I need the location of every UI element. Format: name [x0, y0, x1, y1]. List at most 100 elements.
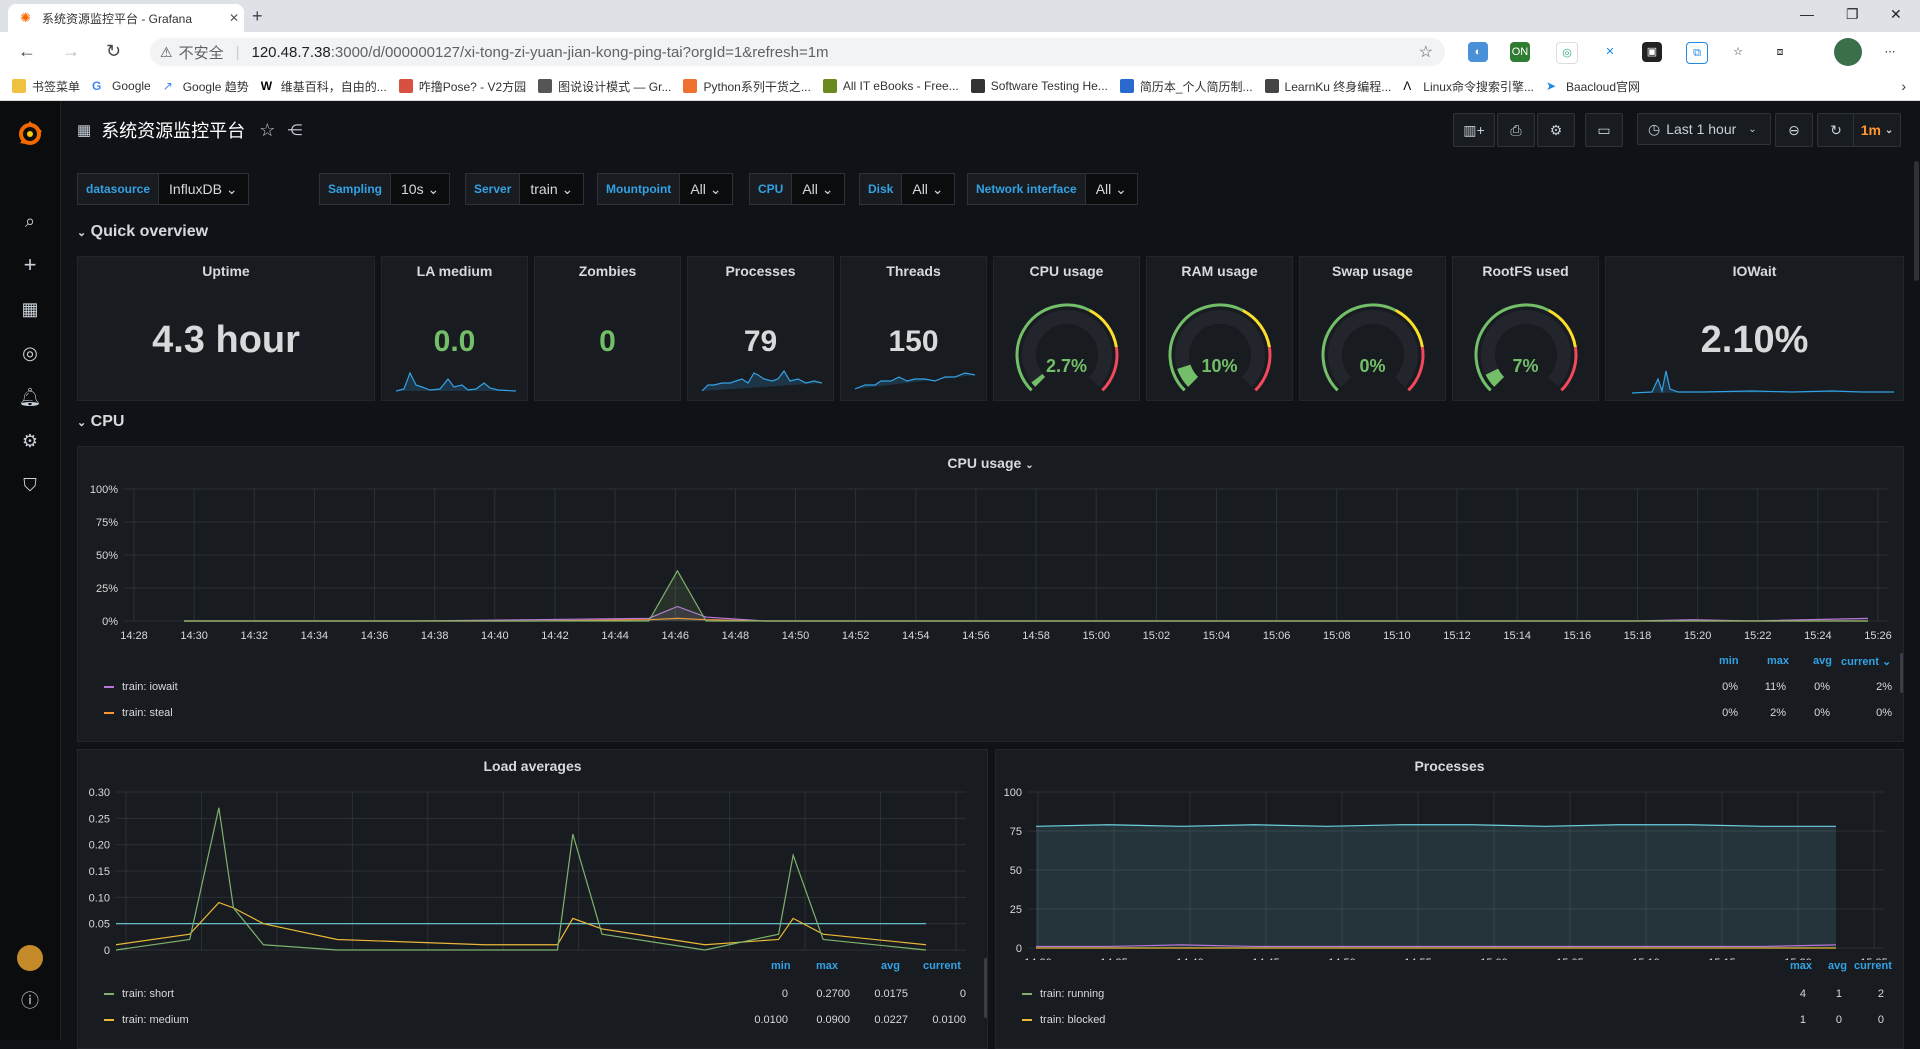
legend-header-max[interactable]: max [1790, 960, 1812, 972]
user-avatar[interactable] [17, 945, 43, 971]
window-close-icon[interactable]: ✕ [1890, 6, 1902, 23]
bookmark-item[interactable]: ↗ Google 趋势 [162, 78, 249, 95]
row-cpu[interactable]: ⌄ CPU [77, 413, 124, 431]
variable-select[interactable]: 10s ⌄ [391, 173, 451, 205]
dashboard-title[interactable]: 系统资源监控平台 [101, 117, 245, 143]
bookmark-item[interactable]: Python系列干货之... [683, 78, 811, 95]
variable-select[interactable]: All ⌄ [680, 173, 733, 205]
forward-icon[interactable]: → [62, 41, 80, 62]
server-admin-shield-icon[interactable]: ⛉ [18, 473, 42, 497]
legend-scrollbar[interactable] [984, 958, 987, 1018]
legend-header-avg[interactable]: avg [1828, 960, 1847, 972]
minimize-icon[interactable]: — [1800, 6, 1814, 22]
legend-header-min[interactable]: min [771, 960, 791, 972]
legend-header-current[interactable]: current [923, 960, 961, 972]
legend-header-avg[interactable]: avg [881, 960, 900, 972]
restore-icon[interactable]: ❐ [1846, 6, 1859, 23]
extension-icon[interactable]: ⧉ [1686, 42, 1708, 64]
help-icon[interactable]: ⓘ [18, 989, 42, 1013]
dashboards-grid-icon[interactable]: ▦ [18, 297, 42, 321]
bookmark-item[interactable]: G Google [92, 79, 151, 93]
collections-icon[interactable]: ⧈ [1770, 42, 1790, 62]
close-tab-icon[interactable]: ✕ [224, 11, 244, 25]
tv-mode-button[interactable]: ▭ [1585, 113, 1623, 147]
profile-avatar[interactable] [1834, 38, 1862, 66]
panel-uptime[interactable]: Uptime 4.3 hour [77, 256, 375, 401]
more-menu-icon[interactable]: ⋯ [1880, 42, 1900, 62]
legend-series[interactable]: train: steal [104, 707, 173, 719]
bookmark-item[interactable]: W 维基百科，自由的... [260, 78, 387, 95]
share-icon[interactable]: ⋲ [287, 121, 302, 139]
bookmark-item[interactable]: LearnKu 终身编程... [1264, 78, 1391, 95]
browser-tab[interactable]: ✺ 系统资源监控平台 - Grafana ✕ [8, 4, 244, 32]
x-tick-label: 15:10 [1632, 957, 1660, 960]
grafana-logo-icon[interactable] [15, 119, 45, 149]
reload-icon[interactable]: ↻ [106, 41, 121, 62]
bookmark-item[interactable]: 简历本_个人简历制... [1119, 78, 1253, 95]
extension-icon[interactable]: ON [1510, 42, 1530, 62]
new-tab-icon[interactable]: + [252, 6, 263, 27]
row-quick-overview[interactable]: ⌄ Quick overview [77, 223, 208, 241]
panel-la-medium[interactable]: LA medium 0.0 [381, 256, 528, 401]
save-dashboard-button[interactable]: ⎙ [1497, 113, 1535, 147]
legend-series[interactable]: train: running [1022, 988, 1104, 1000]
dashboard-settings-button[interactable]: ⚙ [1537, 113, 1575, 147]
legend-header-min[interactable]: min [1719, 655, 1739, 667]
legend-series[interactable]: train: blocked [1022, 1014, 1105, 1026]
refresh-button[interactable]: ↻ [1817, 113, 1855, 147]
panel-cpu-usage-gauge[interactable]: CPU usage 2.7% [993, 256, 1140, 401]
refresh-interval-picker[interactable]: 1m ⌄ [1853, 113, 1901, 147]
bookmark-item[interactable]: ➤ Baacloud官网 [1545, 78, 1640, 95]
variable-select[interactable]: train ⌄ [520, 173, 585, 205]
variable-select[interactable]: All ⌄ [902, 173, 955, 205]
legend-header-max[interactable]: max [1767, 655, 1789, 667]
bookmark-item[interactable]: All IT eBooks - Free... [822, 79, 959, 93]
explore-compass-icon[interactable]: ◎ [18, 341, 42, 365]
legend-header-current[interactable]: current [1854, 960, 1892, 972]
panel-load-averages[interactable]: Load averages 0.30 0.25 0.20 0.15 0.10 0.05 0 1… [77, 749, 988, 1049]
variable-select[interactable]: All ⌄ [1085, 173, 1138, 205]
panel-iowait[interactable]: IOWait 2.10% [1605, 256, 1904, 401]
bookmark-item[interactable]: Λ Linux命令搜索引擎... [1403, 78, 1534, 95]
panel-processes[interactable]: Processes 79 [687, 256, 834, 401]
panel-ram-usage-gauge[interactable]: RAM usage 10% [1146, 256, 1293, 401]
url-bar[interactable]: ⚠ 不安全 | 120.48.7.38 :3000/d/000000127/xi… [150, 38, 1445, 66]
gauge [1015, 303, 1119, 392]
legend-header-max[interactable]: max [816, 960, 838, 972]
search-icon[interactable]: ⌕ [18, 209, 42, 233]
time-picker-button[interactable]: ◷ Last 1 hour ⌄ [1637, 113, 1771, 145]
variable-select[interactable]: InfluxDB ⌄ [159, 173, 249, 205]
panel-rootfs-used-gauge[interactable]: RootFS used 7% [1452, 256, 1599, 401]
variable-select[interactable]: All ⌄ [792, 173, 845, 205]
panel-cpu-usage-graph[interactable]: CPU usage ⌄ 100% 75% 50% 25% 0% 14:28 14:30 14:… [77, 446, 1904, 742]
bookmark-item[interactable]: 书签菜单 [12, 78, 80, 95]
legend-series[interactable]: train: medium [104, 1014, 189, 1026]
create-plus-icon[interactable]: + [18, 253, 42, 277]
add-panel-button[interactable]: ▥+ [1453, 113, 1495, 147]
bookmarks-overflow-icon[interactable]: › [1901, 78, 1906, 94]
extension-icon[interactable]: ◐ [1468, 42, 1488, 62]
panel-processes-graph[interactable]: Processes 100755025014:3014:3514:4014:45… [995, 749, 1904, 1049]
extension-icon[interactable]: ▣ [1642, 42, 1662, 62]
bookmark-item[interactable]: Software Testing He... [970, 79, 1108, 93]
panel-zombies[interactable]: Zombies 0 [534, 256, 681, 401]
bookmark-star-icon[interactable]: ☆ [1419, 42, 1433, 62]
extension-icon[interactable]: ✕ [1600, 42, 1620, 62]
zoom-out-button[interactable]: ⊖ [1775, 113, 1813, 147]
configuration-gear-icon[interactable]: ⚙ [18, 429, 42, 453]
legend-series[interactable]: train: short [104, 988, 174, 1000]
legend-header-avg[interactable]: avg [1813, 655, 1832, 667]
bookmark-item[interactable]: 咋撸Pose? - V2方园 [398, 78, 526, 95]
panel-threads[interactable]: Threads 150 [840, 256, 987, 401]
panel-swap-usage-gauge[interactable]: Swap usage 0% [1299, 256, 1446, 401]
alerting-bell-icon[interactable]: 🔔︎ [18, 385, 42, 409]
gear-icon: ⚙ [1549, 121, 1563, 138]
extension-icon[interactable]: ◎ [1556, 42, 1578, 64]
legend-scrollbar[interactable] [1900, 653, 1903, 693]
bookmark-item[interactable]: 图说设计模式 — Gr... [538, 78, 671, 95]
back-icon[interactable]: ← [18, 41, 36, 62]
star-dashboard-icon[interactable]: ☆ [259, 120, 275, 141]
favorites-icon[interactable]: ☆ [1728, 42, 1748, 62]
legend-series[interactable]: train: iowait [104, 681, 178, 693]
page-scrollbar[interactable] [1914, 161, 1919, 281]
